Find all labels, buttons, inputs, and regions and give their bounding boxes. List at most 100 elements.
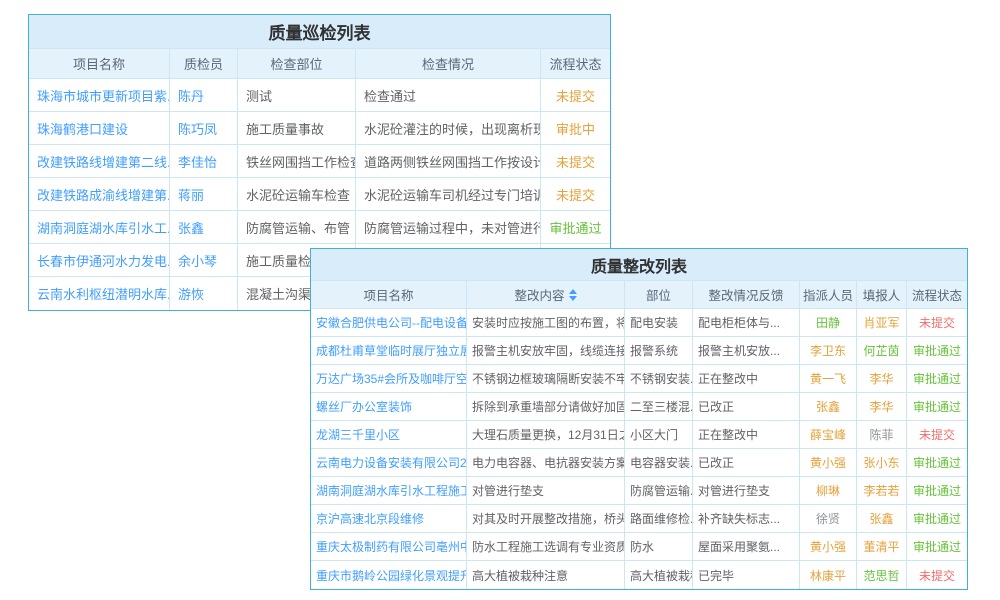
- status-text: 审批通过: [907, 477, 967, 505]
- table-row[interactable]: 成都杜甫草堂临时展厅独立展...报警主机安放牢固，线缆连接...报警系统报警主机…: [311, 337, 967, 365]
- table-row[interactable]: 云南电力设备安装有限公司20...电力电容器、电抗器安装方案,...电容器安装.…: [311, 449, 967, 477]
- project-link[interactable]: 龙湖三千里小区: [311, 421, 467, 449]
- column-header-label: 检查情况: [422, 54, 474, 73]
- rectify-part: 高大植被栽种: [625, 561, 693, 589]
- project-link[interactable]: 珠海鹤港口建设: [29, 112, 170, 145]
- inspector-name: 蒋丽: [170, 178, 238, 211]
- rectify-feedback: 正在整改中: [693, 421, 800, 449]
- status-text: 审批通过: [541, 211, 610, 244]
- rectify-feedback: 对管进行垫支: [693, 477, 800, 505]
- rectify-feedback: 配电柜柜体与...: [693, 309, 800, 337]
- column-header-project: 项目名称: [29, 49, 170, 79]
- table-row[interactable]: 万达广场35#会所及咖啡厅空...不锈钢边框玻璃隔断安装不牢...不锈钢安装..…: [311, 365, 967, 393]
- project-link[interactable]: 改建铁路成渝线增建第...: [29, 178, 170, 211]
- table-row[interactable]: 珠海鹤港口建设陈巧凤施工质量事故水泥砼灌注的时候，出现离析现象审批中: [29, 112, 610, 145]
- rectify-feedback: 已改正: [693, 449, 800, 477]
- column-header-label: 填报人: [863, 285, 901, 304]
- column-header-status: 流程状态: [541, 49, 610, 79]
- table-row[interactable]: 改建铁路成渝线增建第...蒋丽水泥砼运输车检查水泥砼运输车司机经过专门培训...…: [29, 178, 610, 211]
- table-row[interactable]: 珠海市城市更新项目紫...陈丹测试检查通过未提交: [29, 79, 610, 112]
- project-link[interactable]: 云南电力设备安装有限公司20...: [311, 449, 467, 477]
- project-link[interactable]: 重庆太极制药有限公司亳州中...: [311, 533, 467, 561]
- rectify-part: 防腐管运输...: [625, 477, 693, 505]
- project-link[interactable]: 改建铁路线增建第二线...: [29, 145, 170, 178]
- column-header-content[interactable]: 整改内容: [467, 281, 625, 309]
- table-row[interactable]: 京沪高速北京段维修对其及时开展整改措施，桥头...路面维修检...补齐缺失标志.…: [311, 505, 967, 533]
- rectify-feedback: 屋面采用聚氨...: [693, 533, 800, 561]
- reporter-name: 陈菲: [857, 421, 907, 449]
- reporter-name: 张小东: [857, 449, 907, 477]
- status-text: 未提交: [541, 79, 610, 112]
- status-text: 未提交: [541, 145, 610, 178]
- rectify-content: 报警主机安放牢固，线缆连接...: [467, 337, 625, 365]
- column-header-label: 流程状态: [549, 54, 601, 73]
- table-row[interactable]: 重庆市鹅岭公园绿化景观提升...高大植被栽种注意高大植被栽种已完毕林康平范思哲未…: [311, 561, 967, 589]
- rectify-part: 小区大门: [625, 421, 693, 449]
- rectify-part: 防水: [625, 533, 693, 561]
- rectify-part: 不锈钢安装...: [625, 365, 693, 393]
- reporter-name: 何芷茵: [857, 337, 907, 365]
- status-text: 审批通过: [907, 533, 967, 561]
- rectify-part: 配电安装: [625, 309, 693, 337]
- assignee-name: 李卫东: [800, 337, 857, 365]
- rectify-feedback: 已完毕: [693, 561, 800, 589]
- reporter-name: 李若若: [857, 477, 907, 505]
- status-text: 审批中: [541, 112, 610, 145]
- status-text: 审批通过: [907, 393, 967, 421]
- inspection-list-title: 质量巡检列表: [29, 15, 610, 49]
- project-link[interactable]: 长春市伊通河水力发电...: [29, 244, 170, 277]
- rectify-feedback: 已改正: [693, 393, 800, 421]
- column-header-feedback: 整改情况反馈: [693, 281, 800, 309]
- reporter-name: 范思哲: [857, 561, 907, 589]
- rectify-content: 对管进行垫支: [467, 477, 625, 505]
- column-header-label: 部位: [646, 285, 671, 304]
- project-link[interactable]: 万达广场35#会所及咖啡厅空...: [311, 365, 467, 393]
- rectification-list-title: 质量整改列表: [311, 249, 967, 281]
- project-link[interactable]: 湖南洞庭湖水库引水工程施工1#: [311, 477, 467, 505]
- inspection-header-row: 项目名称质检员检查部位检查情况流程状态: [29, 49, 610, 79]
- table-row[interactable]: 龙湖三千里小区大理石质量更换，12月31日之...小区大门正在整改中薛宝峰陈菲未…: [311, 421, 967, 449]
- rectify-content: 电力电容器、电抗器安装方案,...: [467, 449, 625, 477]
- rectify-part: 二至三楼混...: [625, 393, 693, 421]
- project-link[interactable]: 京沪高速北京段维修: [311, 505, 467, 533]
- inspector-name: 陈丹: [170, 79, 238, 112]
- rectify-feedback: 正在整改中: [693, 365, 800, 393]
- project-link[interactable]: 湖南洞庭湖水库引水工...: [29, 211, 170, 244]
- check-situation: 检查通过: [356, 79, 541, 112]
- column-header-label: 检查部位: [270, 54, 322, 73]
- check-situation: 道路两侧铁丝网围挡工作按设计...: [356, 145, 541, 178]
- project-link[interactable]: 安徽合肥供电公司--配电设备...: [311, 309, 467, 337]
- table-row[interactable]: 改建铁路线增建第二线...李佳怡铁丝网围挡工作检查道路两侧铁丝网围挡工作按设计.…: [29, 145, 610, 178]
- sort-caret-icon[interactable]: [569, 289, 577, 301]
- table-row[interactable]: 湖南洞庭湖水库引水工程施工1#对管进行垫支防腐管运输...对管进行垫支柳琳李若若…: [311, 477, 967, 505]
- column-header-label: 整改内容: [514, 285, 564, 304]
- status-text: 审批通过: [907, 449, 967, 477]
- project-link[interactable]: 成都杜甫草堂临时展厅独立展...: [311, 337, 467, 365]
- assignee-name: 田静: [800, 309, 857, 337]
- check-part: 测试: [238, 79, 356, 112]
- rectify-content: 对其及时开展整改措施，桥头...: [467, 505, 625, 533]
- status-text: 未提交: [907, 561, 967, 589]
- rectification-header-row: 项目名称整改内容部位整改情况反馈指派人员填报人流程状态: [311, 281, 967, 309]
- rectify-content: 防水工程施工选调有专业资质...: [467, 533, 625, 561]
- table-row[interactable]: 重庆太极制药有限公司亳州中...防水工程施工选调有专业资质...防水屋面采用聚氨…: [311, 533, 967, 561]
- table-row[interactable]: 湖南洞庭湖水库引水工...张鑫防腐管运输、布管防腐管运输过程中，未对管进行...…: [29, 211, 610, 244]
- table-row[interactable]: 安徽合肥供电公司--配电设备...安装时应按施工图的布置，将...配电安装配电柜…: [311, 309, 967, 337]
- page: 质量巡检列表 项目名称质检员检查部位检查情况流程状态 珠海市城市更新项目紫...…: [0, 0, 1000, 600]
- project-link[interactable]: 珠海市城市更新项目紫...: [29, 79, 170, 112]
- rectify-content: 拆除到承重墙部分请做好加固...: [467, 393, 625, 421]
- column-header-project: 项目名称: [311, 281, 467, 309]
- column-header-status: 流程状态: [907, 281, 967, 309]
- inspector-name: 李佳怡: [170, 145, 238, 178]
- project-link[interactable]: 重庆市鹅岭公园绿化景观提升...: [311, 561, 467, 589]
- inspector-name: 陈巧凤: [170, 112, 238, 145]
- status-text: 未提交: [541, 178, 610, 211]
- assignee-name: 黄小强: [800, 449, 857, 477]
- rectification-list-panel: 质量整改列表 项目名称整改内容部位整改情况反馈指派人员填报人流程状态 安徽合肥供…: [310, 248, 968, 590]
- assignee-name: 黄小强: [800, 533, 857, 561]
- check-part: 防腐管运输、布管: [238, 211, 356, 244]
- project-link[interactable]: 云南水利枢纽潜明水库...: [29, 277, 170, 310]
- table-row[interactable]: 螺丝厂办公室装饰拆除到承重墙部分请做好加固...二至三楼混...已改正张鑫李华审…: [311, 393, 967, 421]
- project-link[interactable]: 螺丝厂办公室装饰: [311, 393, 467, 421]
- inspector-name: 余小琴: [170, 244, 238, 277]
